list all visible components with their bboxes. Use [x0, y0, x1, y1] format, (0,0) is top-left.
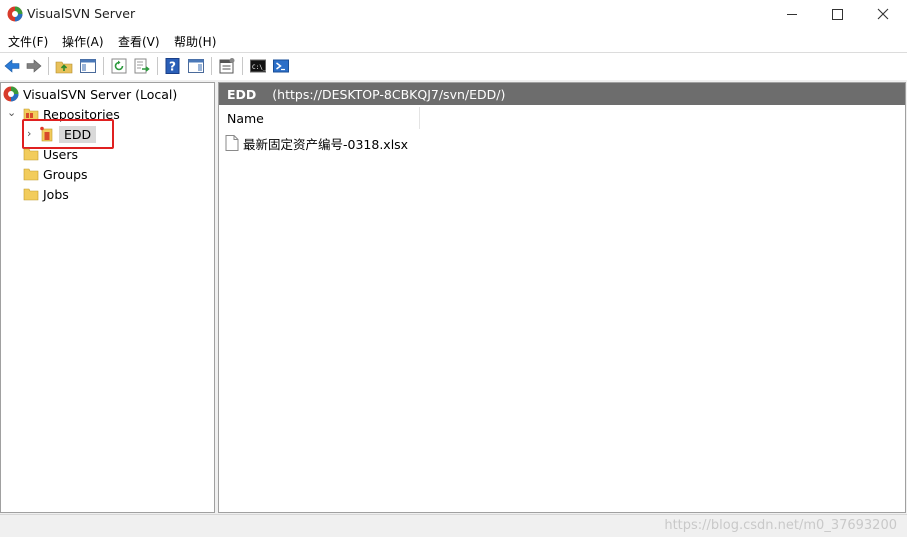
console-tree: VisualSVN Server (Local) ⌄ Repositories …: [0, 82, 215, 513]
window-title: VisualSVN Server: [27, 6, 136, 21]
forward-icon[interactable]: [25, 57, 43, 75]
menu-help[interactable]: 帮助(H): [174, 33, 216, 50]
toolbar-separator: [242, 57, 243, 75]
tree-item-users[interactable]: Users: [23, 145, 78, 163]
back-icon[interactable]: [3, 57, 21, 75]
watermark: https://blog.csdn.net/m0_37693200: [664, 518, 897, 533]
repository-url: (https://DESKTOP-8CBKQJ7/svn/EDD/): [272, 86, 506, 102]
menu-view[interactable]: 查看(V): [118, 33, 160, 50]
folder-icon: [23, 188, 39, 201]
close-button[interactable]: [860, 0, 906, 28]
tree-root-node[interactable]: VisualSVN Server (Local): [3, 85, 177, 103]
minimize-button[interactable]: [769, 0, 815, 28]
tree-item-label: Users: [43, 146, 79, 162]
list-item[interactable]: 最新固定资产编号-0318.xlsx: [225, 133, 408, 153]
svg-text:C:\_: C:\_: [252, 64, 267, 71]
export-list-icon[interactable]: [133, 57, 151, 75]
tree-root-label: VisualSVN Server (Local): [23, 86, 178, 102]
column-header-name[interactable]: Name: [219, 107, 420, 129]
maximize-icon: [831, 8, 843, 20]
folder-icon: [23, 148, 39, 161]
toolbar-separator: [157, 57, 158, 75]
tree-item-label: Jobs: [43, 186, 69, 202]
close-icon: [877, 8, 889, 20]
status-bar: https://blog.csdn.net/m0_37693200: [0, 514, 907, 537]
refresh-icon[interactable]: [110, 57, 128, 75]
svg-text:?: ?: [169, 60, 176, 74]
visualsvn-logo-icon: [3, 86, 19, 102]
properties-icon[interactable]: [218, 57, 236, 75]
folder-icon: [23, 168, 39, 181]
maximize-button[interactable]: [814, 0, 860, 28]
up-folder-icon[interactable]: [55, 57, 73, 75]
file-icon: [225, 135, 239, 151]
minimize-icon: [787, 13, 797, 15]
chevron-right-icon[interactable]: ›: [27, 127, 31, 140]
visualsvn-logo-icon: [7, 6, 23, 22]
title-bar: VisualSVN Server: [0, 0, 907, 28]
show-hide-console-tree-icon[interactable]: [79, 57, 97, 75]
chevron-down-icon[interactable]: ⌄: [7, 106, 16, 119]
column-header-label: Name: [227, 110, 264, 126]
details-pane: EDD (https://DESKTOP-8CBKQJ7/svn/EDD/) N…: [218, 82, 906, 513]
repository-name: EDD: [227, 86, 257, 102]
help-icon[interactable]: ?: [164, 57, 182, 75]
menu-file[interactable]: 文件(F): [8, 33, 48, 50]
repository-icon: [40, 126, 53, 142]
repository-header: EDD (https://DESKTOP-8CBKQJ7/svn/EDD/): [219, 83, 905, 105]
powershell-icon[interactable]: [272, 57, 290, 75]
action-pane-icon[interactable]: [187, 57, 205, 75]
toolbar-separator: [103, 57, 104, 75]
toolbar: ? C:\_: [0, 53, 907, 80]
menu-action[interactable]: 操作(A): [62, 33, 104, 50]
command-prompt-icon[interactable]: C:\_: [249, 57, 267, 75]
toolbar-separator: [211, 57, 212, 75]
tree-item-jobs[interactable]: Jobs: [23, 185, 69, 203]
toolbar-separator: [48, 57, 49, 75]
tree-item-groups[interactable]: Groups: [23, 165, 88, 183]
tree-item-label: EDD: [59, 125, 97, 143]
file-name: 最新固定资产编号-0318.xlsx: [243, 136, 409, 152]
menu-bar: 文件(F) 操作(A) 查看(V) 帮助(H): [0, 28, 907, 53]
tree-item-edd[interactable]: EDD: [39, 125, 97, 143]
tree-item-label: Groups: [43, 166, 88, 182]
